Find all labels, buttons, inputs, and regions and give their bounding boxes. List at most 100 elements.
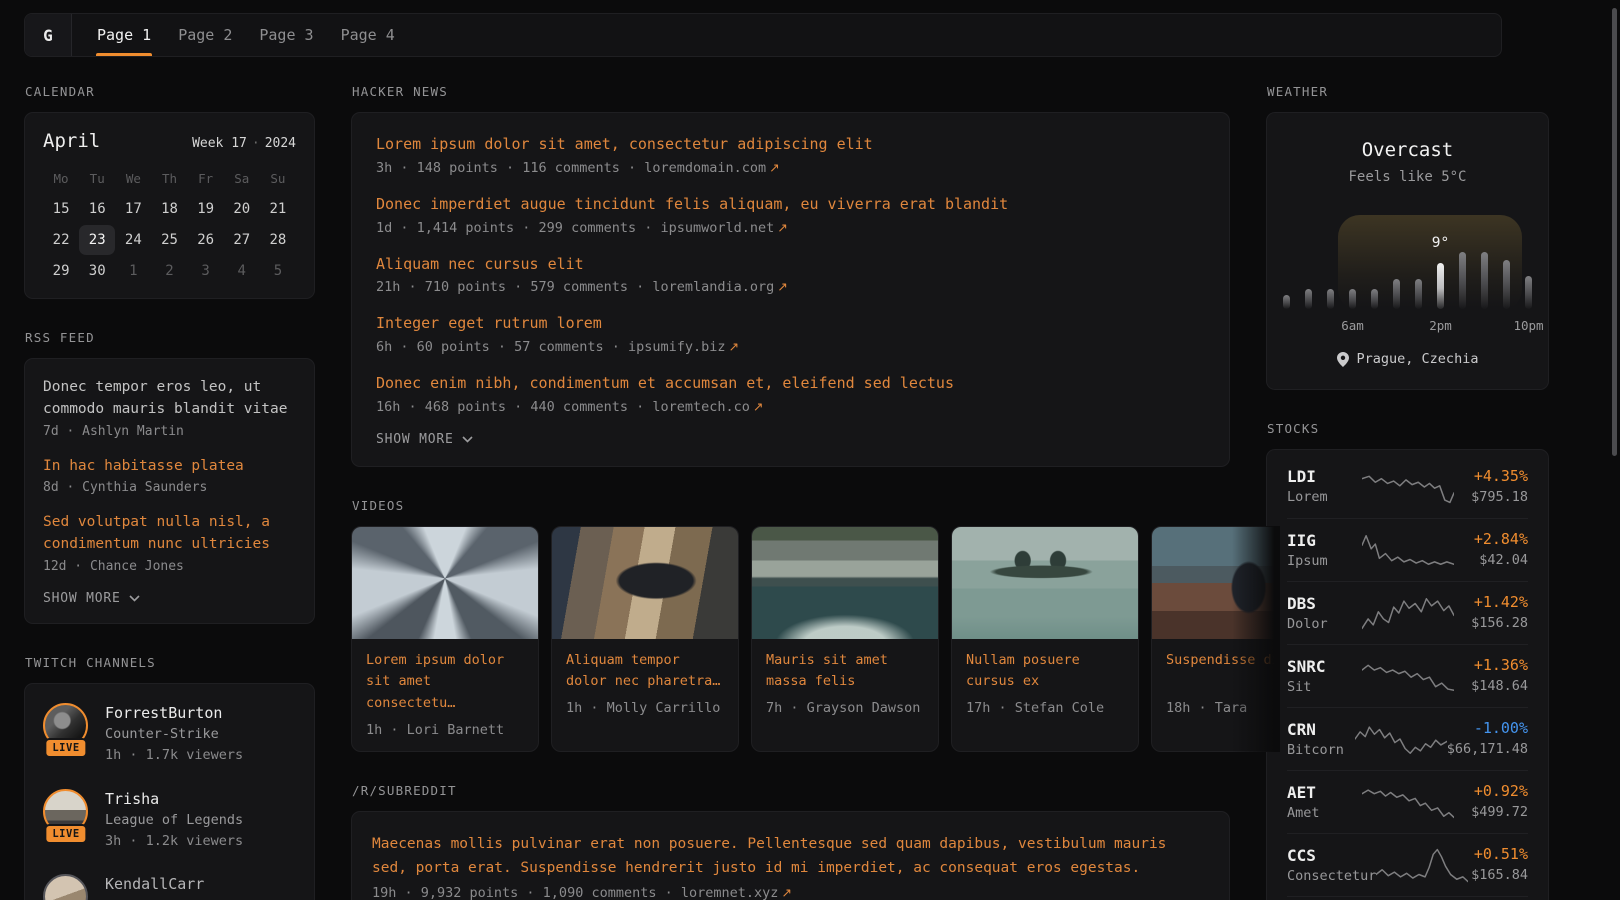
stock-row[interactable]: AHS +0.46% (1287, 896, 1528, 900)
weather-bar-slot (1452, 217, 1474, 309)
channel-name[interactable]: Trisha (105, 789, 243, 810)
video-thumbnail[interactable] (352, 527, 538, 639)
rss-item: Donec tempor eros leo, ut commodo mauris… (43, 377, 296, 439)
weather-widget: WEATHER Overcast Feels like 5°C 6am9°2pm… (1266, 84, 1549, 390)
story-link[interactable]: Donec enim nibh, condimentum et accumsan… (376, 373, 1205, 395)
external-link-icon: ↗ (753, 399, 763, 414)
weather-section-title: WEATHER (1267, 84, 1549, 99)
tab-page-2[interactable]: Page 2 (177, 14, 233, 56)
tab-page-4[interactable]: Page 4 (340, 14, 396, 56)
external-link-icon: ↗ (777, 220, 787, 235)
stock-row[interactable]: IIG Ipsum +2.84% $42.04 (1287, 518, 1528, 581)
video-meta: 7h · Grayson Dawson (766, 700, 924, 716)
weather-feels-like: Feels like 5°C (1267, 169, 1548, 185)
stock-change: +2.84% (1454, 529, 1529, 551)
stock-row[interactable]: CCS Consectetur +0.51% $165.84 (1287, 833, 1528, 896)
hackernews-widget: HACKER NEWS Lorem ipsum dolor sit amet, … (351, 84, 1230, 467)
stock-sparkline (1362, 468, 1454, 506)
video-title[interactable]: Mauris sit amet massa felis (766, 650, 924, 693)
calendar-day: 22 (43, 225, 79, 255)
twitch-channel-row[interactable]: KendallCarr (43, 874, 296, 900)
stocks-card: LDI Lorem +4.35% $795.18 IIG Ipsum (1266, 449, 1549, 900)
story-item: Aliquam nec cursus elit 21h · 710 points… (376, 254, 1205, 296)
external-link-icon: ↗ (781, 885, 791, 900)
video-title[interactable]: Lorem ipsum dolor sit amet consectetu… (366, 650, 524, 715)
page-scrollbar[interactable] (1612, 8, 1617, 456)
subreddit-widget: /R/SUBREDDIT Maecenas mollis pulvinar er… (351, 783, 1230, 900)
weather-bar (1305, 289, 1312, 309)
twitch-channel-row[interactable]: LIVE Trisha League of Legends 3h · 1.2k … (43, 789, 296, 852)
stocks-widget: STOCKS LDI Lorem +4.35% $795.18 IIG (1266, 421, 1549, 900)
tab-page-1[interactable]: Page 1 (96, 14, 152, 56)
story-link[interactable]: Donec imperdiet augue tincidunt felis al… (376, 194, 1205, 216)
story-meta: 6h · 60 points · 57 comments · ipsumify.… (376, 339, 1205, 355)
stock-price: $156.28 (1454, 614, 1529, 634)
calendar-day: 16 (79, 194, 115, 224)
channel-name[interactable]: ForrestBurton (105, 703, 243, 724)
weekday-label: Fr (188, 164, 224, 193)
story-meta: 3h · 148 points · 116 comments · loremdo… (376, 160, 1205, 176)
video-card[interactable]: Mauris sit amet massa felis 7h · Grayson… (751, 526, 939, 752)
calendar-section-title: CALENDAR (25, 84, 315, 99)
stock-symbol: IIG (1287, 529, 1362, 552)
channel-name[interactable]: KendallCarr (105, 874, 204, 895)
subreddit-card: Maecenas mollis pulvinar erat non posuer… (351, 811, 1230, 900)
video-title[interactable]: Aliquam tempor dolor nec pharetra… (566, 650, 724, 693)
calendar-day: 27 (224, 225, 260, 255)
calendar-day: 24 (115, 225, 151, 255)
rss-item-link[interactable]: Donec tempor eros leo, ut commodo mauris… (43, 377, 296, 421)
weather-bar (1371, 289, 1378, 309)
calendar-day: 20 (224, 194, 260, 224)
stock-row[interactable]: AET Amet +0.92% $499.72 (1287, 770, 1528, 833)
current-temp-label: 9° (1432, 235, 1449, 251)
twitch-channel-row[interactable]: LIVE ForrestBurton Counter-Strike 1h · 1… (43, 703, 296, 766)
stock-row[interactable]: LDI Lorem +4.35% $795.18 (1287, 455, 1528, 518)
story-link[interactable]: Aliquam nec cursus elit (376, 254, 1205, 276)
video-card[interactable]: Lorem ipsum dolor sit amet consectetu… 1… (351, 526, 539, 752)
subreddit-section-title: /R/SUBREDDIT (352, 783, 1230, 798)
video-card[interactable]: Aliquam tempor dolor nec pharetra… 1h · … (551, 526, 739, 752)
calendar-week-info: Week 17·2024 (192, 136, 296, 151)
stock-row[interactable]: SNRC Sit +1.36% $148.64 (1287, 644, 1528, 707)
rss-item-link[interactable]: In hac habitasse platea (43, 456, 296, 478)
video-thumbnail[interactable] (952, 527, 1138, 639)
stock-symbol: CRN (1287, 718, 1355, 741)
hackernews-show-more-button[interactable]: SHOW MORE (376, 432, 473, 447)
weather-bar-slot (1320, 217, 1342, 309)
rss-item-meta: 12d · Chance Jones (43, 559, 296, 574)
videos-strip: Lorem ipsum dolor sit amet consectetu… 1… (351, 526, 1280, 752)
app-logo[interactable]: G (25, 14, 72, 56)
video-card[interactable]: Nullam posuere cursus ex 17h · Stefan Co… (951, 526, 1139, 752)
rss-item-link[interactable]: Sed volutpat nulla nisl, a condimentum n… (43, 512, 296, 556)
story-link[interactable]: Lorem ipsum dolor sit amet, consectetur … (376, 134, 1205, 156)
weekday-label: Mo (43, 164, 79, 193)
calendar-day: 18 (151, 194, 187, 224)
weather-bar-slot: 10pm (1518, 217, 1540, 309)
video-title[interactable]: Nullam posuere cursus ex (966, 650, 1124, 693)
video-thumbnail[interactable] (752, 527, 938, 639)
dashboard: CALENDAR April Week 17·2024 Mo Tu We Th … (24, 84, 1549, 900)
stock-row[interactable]: DBS Dolor +1.42% $156.28 (1287, 581, 1528, 644)
stock-name: Amet (1287, 804, 1362, 824)
stock-price: $42.04 (1454, 551, 1529, 571)
video-card[interactable]: Suspendisse diam 18h · Tara (1151, 526, 1280, 752)
story-item: Donec enim nibh, condimentum et accumsan… (376, 373, 1205, 415)
post-meta: 19h · 9,932 points · 1,090 comments · lo… (372, 885, 1209, 900)
calendar-day: 26 (188, 225, 224, 255)
top-bar: G Page 1 Page 2 Page 3 Page 4 (24, 13, 1502, 57)
weather-bar (1393, 279, 1400, 309)
rss-show-more-button[interactable]: SHOW MORE (43, 591, 140, 606)
post-link[interactable]: Maecenas mollis pulvinar erat non posuer… (372, 832, 1209, 881)
stock-row[interactable]: CRN Bitcorn -1.00% $66,171.48 (1287, 707, 1528, 770)
story-link[interactable]: Integer eget rutrum lorem (376, 313, 1205, 335)
tab-page-3[interactable]: Page 3 (258, 14, 314, 56)
stock-symbol: CCS (1287, 844, 1376, 867)
weather-bar (1415, 279, 1422, 309)
stock-name: Consectetur (1287, 867, 1376, 887)
middle-column: HACKER NEWS Lorem ipsum dolor sit amet, … (351, 84, 1230, 900)
video-thumbnail[interactable] (552, 527, 738, 639)
video-thumbnail[interactable] (1152, 527, 1280, 639)
video-title[interactable]: Suspendisse diam (1166, 650, 1280, 693)
stock-sparkline (1376, 846, 1468, 884)
weather-chart-bars: 6am9°2pm10pm (1276, 217, 1540, 309)
